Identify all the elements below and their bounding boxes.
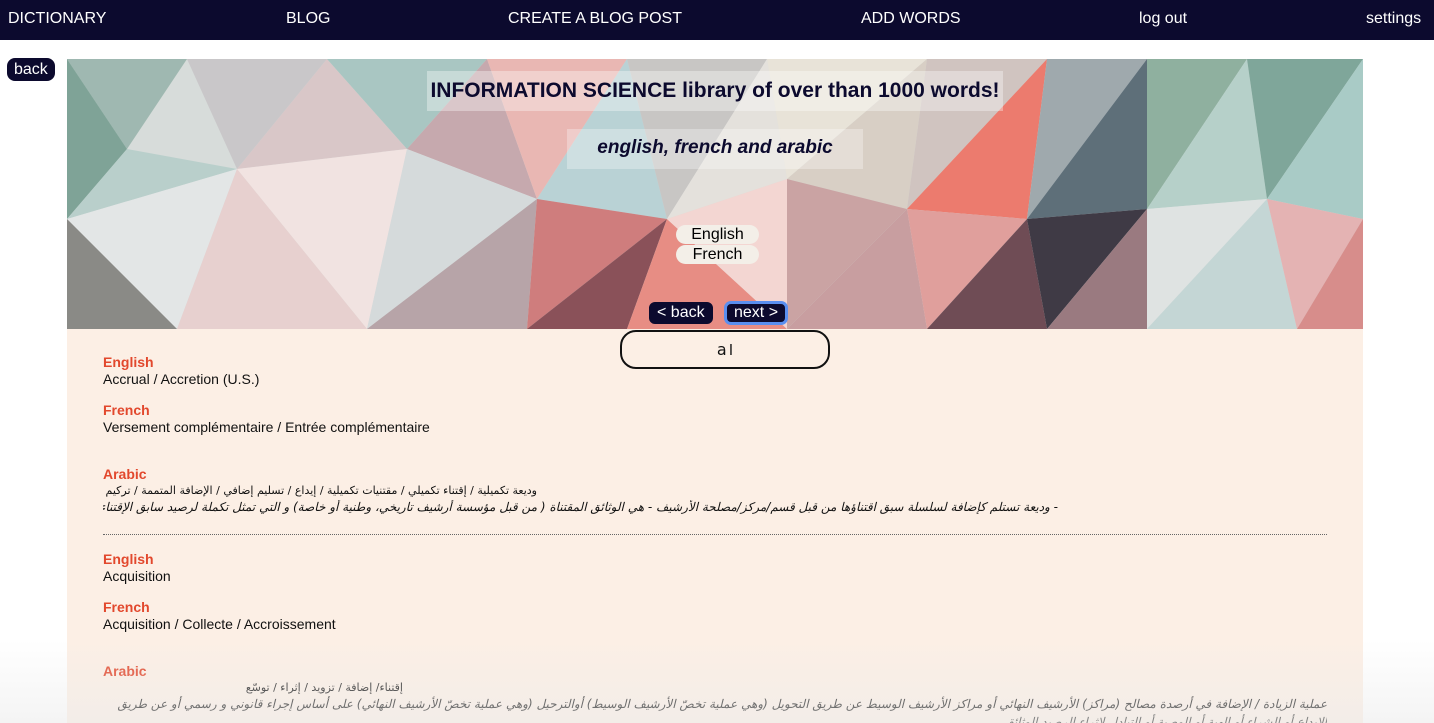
previous-page-button[interactable]: < back [649,302,713,324]
nav-logout-link[interactable]: log out [1139,10,1187,28]
page-subtitle: english, french and arabic [597,137,833,158]
entry-arabic-label: Arabic [103,466,147,482]
nav-create-blog-post-link[interactable]: CREATE A BLOG POST [508,10,682,28]
entry-french-label: French [103,402,150,418]
entry-english-term: Accrual / Accretion (U.S.) [103,371,260,387]
entry-english-label: English [103,551,154,567]
entry-french-term: Versement complémentaire / Entrée complé… [103,419,430,435]
search-input[interactable]: aI [620,330,830,369]
top-navigation: DICTIONARY BLOG CREATE A BLOG POST ADD W… [0,0,1434,40]
entry-french-term: Acquisition / Collecte / Accroissement [103,616,336,632]
entry-arabic-terms: وديعة تكميلية / إقتناء تكميلي / مقتنيات … [105,484,537,497]
entry-arabic-definition: عملية الزيادة / الإضافة في أرصدة مصالح (… [117,697,1327,723]
hero-banner: INFORMATION SCIENCE library of over than… [67,59,1363,329]
nav-blog-link[interactable]: BLOG [286,10,330,28]
dictionary-entries: aI English Accrual / Accretion (U.S.) Fr… [67,329,1363,723]
nav-settings-link[interactable]: settings [1366,10,1421,28]
entry-arabic-terms: إقتناء/ إضافة / تزويد / إثراء / توسّع [245,681,403,694]
nav-add-words-link[interactable]: ADD WORDS [861,10,961,28]
page-title: INFORMATION SCIENCE library of over than… [430,79,1000,102]
entry-french-label: French [103,599,150,615]
entry-divider [103,534,1327,535]
search-input-value: a [716,340,727,359]
language-option-english[interactable]: English [676,225,759,244]
entry-arabic-definition: - وديعة تستلم كإضافة لسلسلة سبق اقتناؤها… [103,500,1058,514]
entry-english-label: English [103,354,154,370]
language-option-french[interactable]: French [676,245,759,264]
text-cursor-icon: I [728,341,734,359]
entry-arabic-label: Arabic [103,663,147,679]
nav-dictionary-link[interactable]: DICTIONARY [8,10,106,28]
back-button[interactable]: back [7,58,55,81]
next-page-button[interactable]: next > [725,302,788,324]
entry-english-term: Acquisition [103,568,171,584]
